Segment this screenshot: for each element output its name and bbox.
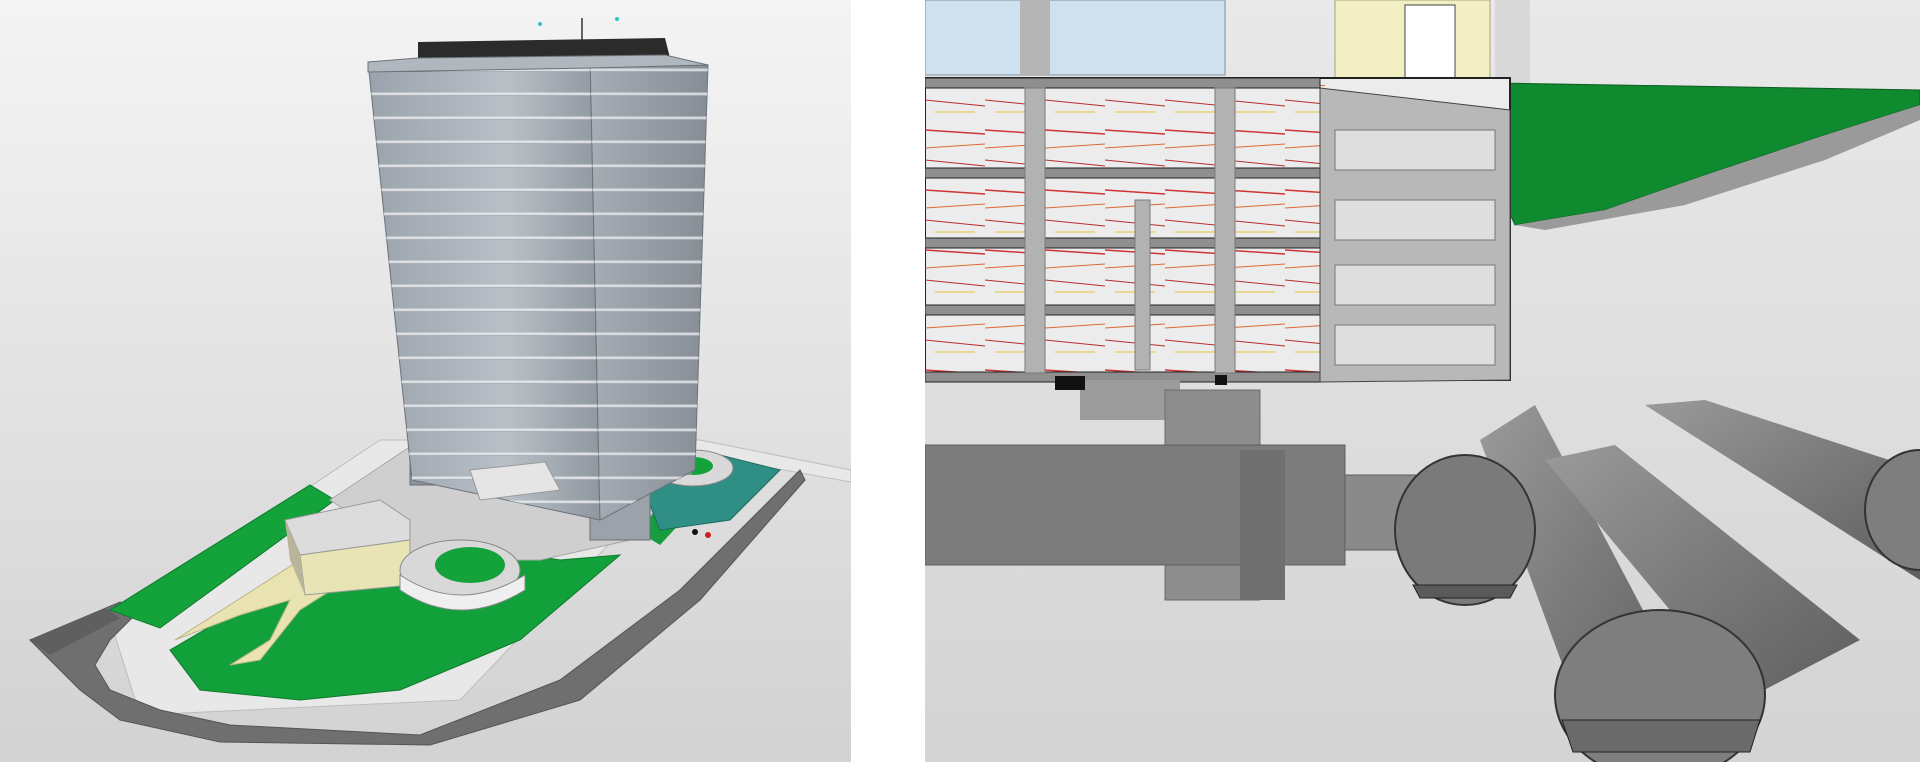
basement-pipe-overlay [925, 82, 1325, 376]
section-scene [925, 0, 1920, 762]
pavilion-front-lawn [435, 547, 505, 583]
tower-side-floors [590, 55, 708, 520]
duct-riser [1240, 450, 1285, 600]
exterior-viewport[interactable] [0, 0, 851, 762]
upper-column [1020, 0, 1050, 75]
exterior-scene [0, 0, 851, 762]
upper-glass-block [925, 0, 1226, 76]
pale-tower-door [1404, 4, 1456, 86]
marker-block-1 [1055, 376, 1085, 390]
tower-beacon-2 [615, 17, 619, 21]
section-viewport[interactable] [925, 0, 1920, 762]
marker-black [692, 529, 698, 535]
marker-block-2 [1215, 375, 1227, 385]
marker-red [705, 532, 711, 538]
tower-beacon-1 [538, 22, 542, 26]
pale-tower-shaft [1495, 0, 1530, 85]
